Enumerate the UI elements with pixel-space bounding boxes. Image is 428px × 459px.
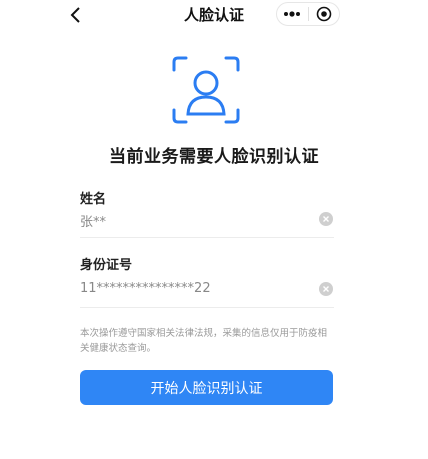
more-button[interactable] <box>277 3 308 25</box>
close-mini-program-button[interactable] <box>309 3 340 25</box>
name-value[interactable]: 张** <box>80 211 106 230</box>
target-circle-icon <box>316 6 332 22</box>
start-face-recognition-button[interactable]: 开始人脸识别认证 <box>80 370 333 405</box>
id-number-field[interactable]: 11***************22 <box>80 277 334 308</box>
clear-icon <box>323 286 329 292</box>
privacy-notice: 本次操作遵守国家相关法律法规，采集的信息仅用于防疫相关健康状态查询。 <box>80 328 328 354</box>
page-title: 人脸认证 <box>183 6 244 24</box>
more-dots-icon <box>284 11 301 17</box>
face-auth-page: 人脸认证 当前业务需要人脸识别认证 姓名 张** 身份证号 11********… <box>0 0 428 459</box>
id-number-value[interactable]: 11***************22 <box>80 281 211 296</box>
name-label: 姓名 <box>80 192 107 207</box>
mini-program-capsule <box>276 2 340 26</box>
face-scan-icon <box>172 56 240 124</box>
clear-icon <box>323 216 329 222</box>
name-field[interactable]: 张** <box>80 207 334 238</box>
id-label: 身份证号 <box>80 258 133 273</box>
clear-id-button[interactable] <box>319 282 333 296</box>
auth-heading: 当前业务需要人脸识别认证 <box>109 147 319 167</box>
clear-name-button[interactable] <box>319 212 333 226</box>
nav-bar: 人脸认证 <box>0 0 428 30</box>
